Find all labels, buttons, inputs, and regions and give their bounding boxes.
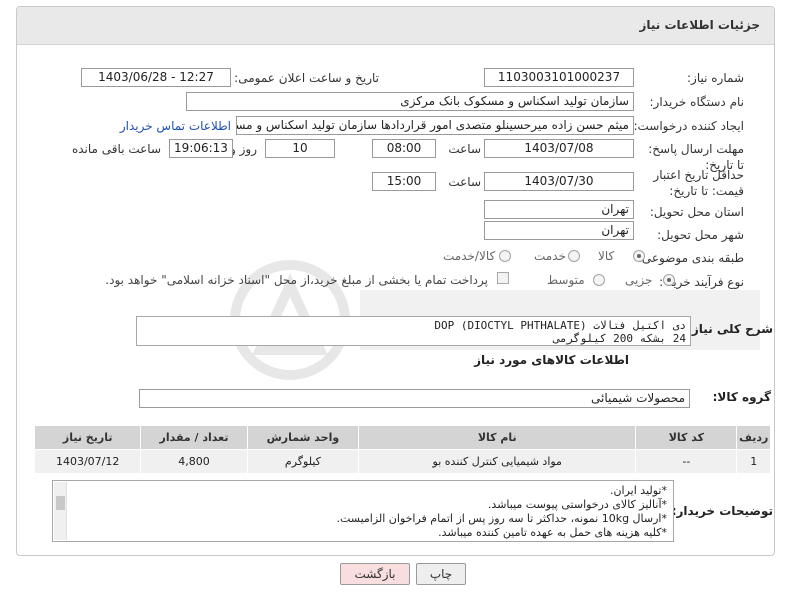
remaining-time-label: ساعت باقی مانده xyxy=(71,142,161,156)
buyer-contact-link[interactable]: اطلاعات تماس خریدار xyxy=(120,119,231,133)
back-button[interactable]: بازگشت xyxy=(340,563,410,585)
validity-date-field: 1403/07/30 xyxy=(484,172,634,191)
process-minor-label: جزیی xyxy=(625,273,653,287)
city-field: تهران xyxy=(484,221,634,240)
category-radio-service[interactable] xyxy=(568,250,580,262)
col-date: تاریخ نیاز xyxy=(33,425,142,450)
announce-datetime-label: تاریخ و ساعت اعلان عمومی: xyxy=(234,71,379,85)
goods-group-field: محصولات شیمیائی xyxy=(139,389,690,408)
need-description-box: دی اکتیل فتالات DOP (DIOCTYL PHTHALATE) … xyxy=(136,316,691,346)
buyer-notes-box[interactable]: *تولید ایران. *آنالیز کالای درخواستی پیو… xyxy=(52,480,674,542)
treasury-payment-checkbox[interactable] xyxy=(497,272,509,284)
col-qty: تعداد / مقدار xyxy=(140,425,248,450)
buyer-notes-label: توضیحات خریدار: xyxy=(671,504,773,518)
col-row: ردیف xyxy=(736,425,771,450)
process-radio-medium[interactable] xyxy=(593,274,605,286)
cell-code: -- xyxy=(635,449,738,474)
requester-label: ایجاد کننده درخواست: xyxy=(633,119,744,133)
cell-name: مواد شیمیایی کنترل کننده بو xyxy=(358,449,637,474)
category-radio-goods-service[interactable] xyxy=(499,250,511,262)
buyer-org-field: سازمان تولید اسکناس و مسکوک بانک مرکزی xyxy=(186,92,634,111)
days-label: روز و xyxy=(230,142,257,156)
buyer-org-label: نام دستگاه خریدار: xyxy=(649,95,745,109)
category-goods-service-label: کالا/خدمت xyxy=(443,249,496,263)
cell-unit: کیلوگرم xyxy=(246,449,360,474)
requester-field: میثم حسن زاده میرحسینلو متصدی امور قرارد… xyxy=(236,116,634,135)
deadline-date-field: 1403/07/08 xyxy=(484,139,634,158)
print-button[interactable]: چاپ xyxy=(416,563,466,585)
cell-row: 1 xyxy=(736,449,771,474)
price-validity-label: حداقل تاریخ اعتبار قیمت: تا تاریخ: xyxy=(653,168,744,198)
announce-datetime-field: 1403/06/28 - 12:27 xyxy=(81,68,231,87)
process-medium-label: متوسط xyxy=(547,273,585,287)
note-line: *کلیه هزینه های حمل به عهده تامین کننده … xyxy=(438,526,667,539)
deadline-time-field: 08:00 xyxy=(372,139,436,158)
col-name: نام کالا xyxy=(358,425,637,450)
category-service-label: خدمت xyxy=(534,249,566,263)
need-description-label: شرح کلی نیاز: xyxy=(687,322,773,336)
note-line: *تولید ایران. xyxy=(609,484,667,497)
cell-date: 1403/07/12 xyxy=(33,449,142,474)
category-goods-label: کالا xyxy=(598,249,615,263)
city-label: شهر محل تحویل: xyxy=(657,228,744,242)
deadline-time-label: ساعت xyxy=(448,142,481,156)
treasury-payment-note: پرداخت تمام یا بخشی از مبلغ خرید،از محل … xyxy=(105,273,488,287)
description-line-1: دی اکتیل فتالات DOP (DIOCTYL PHTHALATE) xyxy=(434,319,686,332)
note-line: *ارسال 10kg نمونه، حداکثر تا سه روز پس ا… xyxy=(336,512,667,525)
goods-section-title: اطلاعات کالاهای مورد نیاز xyxy=(474,353,629,367)
days-remaining-field: 10 xyxy=(265,139,335,158)
note-line: *آنالیز کالای درخواستی پیوست میباشد. xyxy=(487,498,667,511)
col-code: کد کالا xyxy=(635,425,738,450)
table-row: 1 -- مواد شیمیایی کنترل کننده بو کیلوگرم… xyxy=(33,449,771,474)
notes-scroll-thumb[interactable] xyxy=(56,496,65,510)
page-title: جزئیات اطلاعات نیاز xyxy=(639,18,760,32)
col-unit: واحد شمارش xyxy=(246,425,360,450)
goods-table: ردیف کد کالا نام کالا واحد شمارش تعداد /… xyxy=(33,425,771,474)
category-label: طبقه بندی موضوعی: xyxy=(637,251,744,265)
goods-group-label: گروه کالا: xyxy=(712,390,771,404)
need-number-label: شماره نیاز: xyxy=(687,71,744,85)
category-radio-goods[interactable] xyxy=(633,250,645,262)
goods-table-header: ردیف کد کالا نام کالا واحد شمارش تعداد /… xyxy=(33,425,771,450)
remaining-time-field: 19:06:13 xyxy=(169,139,233,158)
validity-time-label: ساعت xyxy=(448,175,481,189)
panel-header: جزئیات اطلاعات نیاز xyxy=(17,7,774,45)
process-radio-minor[interactable] xyxy=(663,274,675,286)
notes-scrollbar[interactable] xyxy=(54,482,67,540)
need-number-field: 1103003101000237 xyxy=(484,68,634,87)
province-field: تهران xyxy=(484,200,634,219)
validity-time-field: 15:00 xyxy=(372,172,436,191)
province-label: استان محل تحویل: xyxy=(649,205,744,219)
description-line-2: 24 بشکه 200 کیلوگرمی xyxy=(553,332,686,345)
cell-qty: 4,800 xyxy=(140,449,248,474)
